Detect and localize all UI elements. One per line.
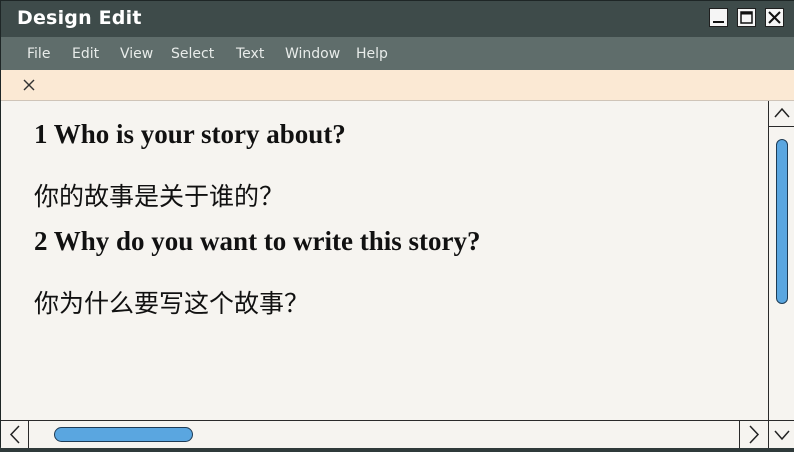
menu-text[interactable]: Text [236,46,264,62]
title-bar[interactable]: Design Edit [1,1,794,37]
chevron-up-icon [774,107,790,118]
menu-window[interactable]: Window [285,46,340,62]
menu-view[interactable]: View [120,46,153,62]
minimize-button[interactable] [709,8,728,27]
window-title: Design Edit [17,7,142,29]
close-icon[interactable] [21,77,37,93]
maximize-icon [740,11,753,24]
menu-bar: File Edit View Select Text Window Help [1,37,794,70]
menu-file[interactable]: File [27,46,50,62]
chevron-right-icon [749,425,760,444]
close-icon [768,11,781,24]
question-2-translation: 你为什么要写这个故事？ [34,289,310,318]
scroll-left-button[interactable] [1,421,29,448]
vertical-scrollbar[interactable] [768,101,794,420]
app-window: Design Edit File Edit View Select Text W… [0,0,794,448]
scroll-right-button[interactable] [739,421,768,448]
scroll-down-button[interactable] [769,421,794,448]
vertical-scroll-thumb[interactable] [776,139,788,304]
chevron-down-icon [774,430,790,441]
document-area[interactable]: 1 Who is your story about? 你的故事是关于谁的？ 2 … [1,101,768,420]
scroll-up-button[interactable] [769,101,794,127]
horizontal-scroll-thumb[interactable] [54,427,193,442]
menu-help[interactable]: Help [356,46,388,62]
chevron-left-icon [9,425,20,444]
question-2-text: 2 Why do you want to write this story? [34,226,481,256]
tab-bar [1,70,794,101]
scrollbar-corner [768,420,794,448]
horizontal-scrollbar[interactable] [1,420,768,448]
menu-edit[interactable]: Edit [72,46,99,62]
minimize-icon [713,21,724,23]
question-1-text: 1 Who is your story about? [34,119,346,149]
question-1-translation: 你的故事是关于谁的？ [34,182,285,211]
menu-select[interactable]: Select [171,46,214,62]
maximize-button[interactable] [737,8,756,27]
close-button[interactable] [765,8,784,27]
